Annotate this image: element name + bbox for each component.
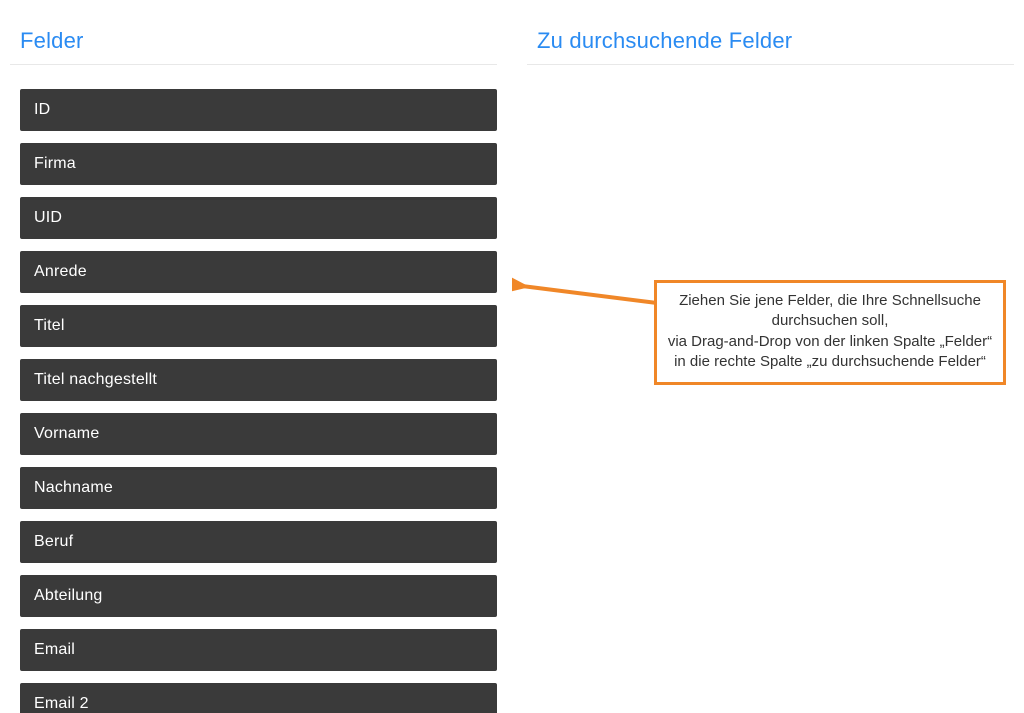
fields-source-title: Felder	[10, 20, 497, 65]
field-item[interactable]: Firma	[20, 143, 497, 185]
field-item[interactable]: Beruf	[20, 521, 497, 563]
field-item[interactable]: UID	[20, 197, 497, 239]
fields-source-column[interactable]: Felder ID Firma UID Anrede Titel Titel n…	[10, 20, 497, 713]
fields-target-title: Zu durchsuchende Felder	[527, 20, 1014, 65]
field-item[interactable]: Anrede	[20, 251, 497, 293]
field-item[interactable]: ID	[20, 89, 497, 131]
annotation-callout: Ziehen Sie jene Felder, die Ihre Schnell…	[654, 280, 1006, 385]
fields-source-list[interactable]: ID Firma UID Anrede Titel Titel nachgest…	[10, 89, 497, 713]
field-item[interactable]: Email 2	[20, 683, 497, 713]
field-item[interactable]: Titel nachgestellt	[20, 359, 497, 401]
field-item[interactable]: Email	[20, 629, 497, 671]
field-item[interactable]: Vorname	[20, 413, 497, 455]
field-item[interactable]: Nachname	[20, 467, 497, 509]
field-item[interactable]: Abteilung	[20, 575, 497, 617]
annotation-line: Ziehen Sie jene Felder, die Ihre Schnell…	[665, 291, 995, 332]
field-item[interactable]: Titel	[20, 305, 497, 347]
annotation-line: via Drag-and-Drop von der linken Spalte …	[665, 332, 995, 373]
